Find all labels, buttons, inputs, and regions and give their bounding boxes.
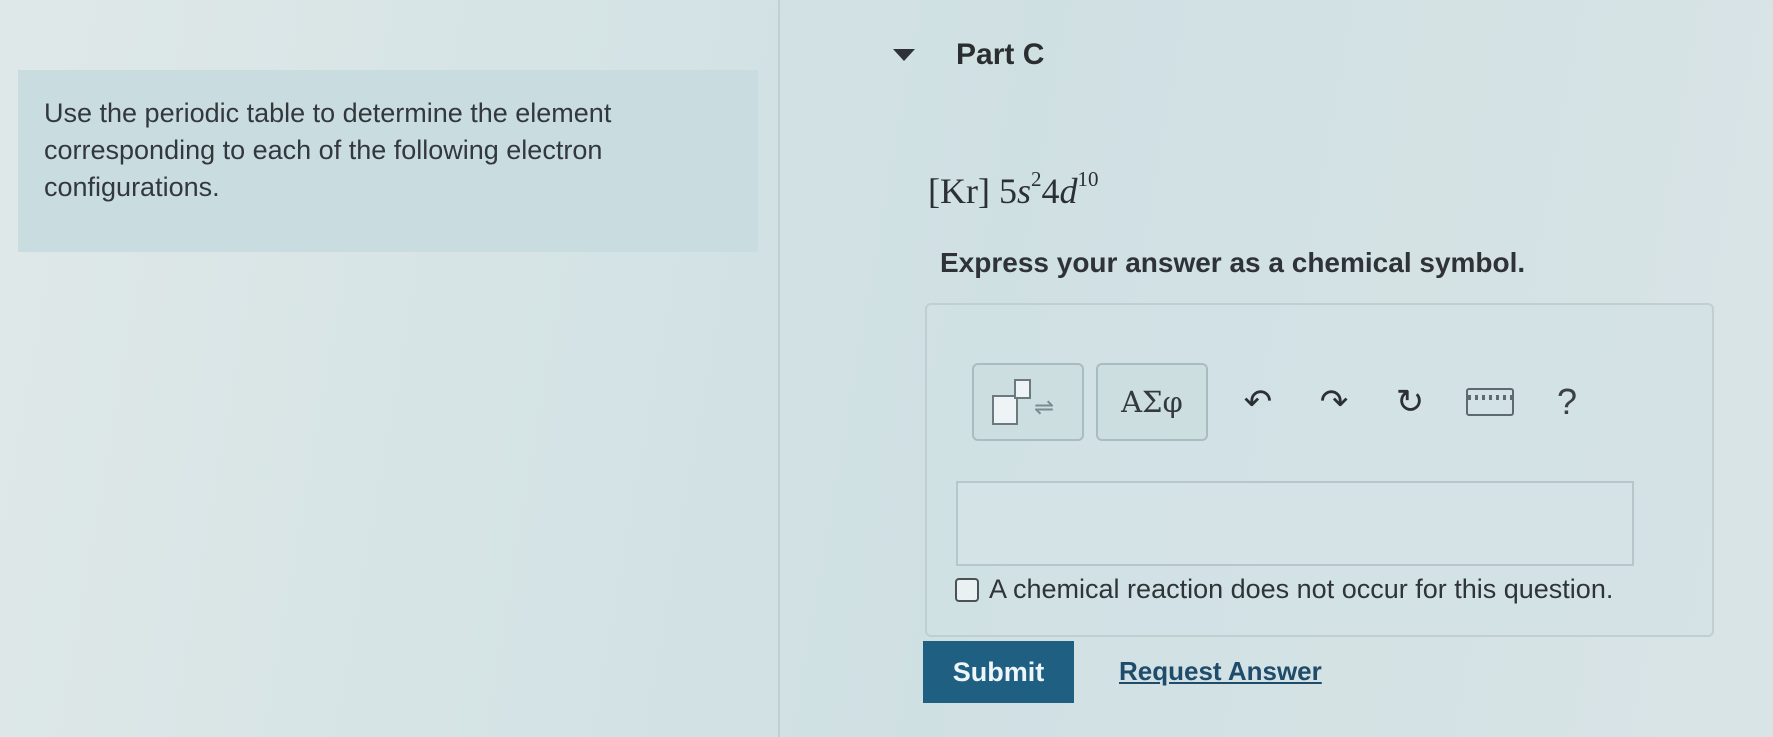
exponent-d: 10 (1077, 167, 1099, 191)
superscript-box-icon (1014, 379, 1031, 399)
keyboard-icon[interactable] (1466, 388, 1514, 416)
noble-gas-core: [Kr] (928, 171, 990, 211)
submit-button[interactable]: Submit (923, 641, 1074, 703)
instruction-text: Use the periodic table to determine the … (44, 98, 612, 202)
no-reaction-label: A chemical reaction does not occur for t… (989, 574, 1614, 604)
part-header[interactable]: Part C (893, 38, 1044, 72)
undo-icon[interactable]: ↶ (1220, 385, 1296, 419)
help-icon[interactable]: ? (1532, 381, 1602, 423)
request-answer-link[interactable]: Request Answer (1119, 656, 1322, 687)
redo-icon[interactable]: ↷ (1296, 385, 1372, 419)
answer-input[interactable] (956, 481, 1634, 566)
part-title: Part C (956, 38, 1045, 71)
electron-configuration: [Kr] 5s24d10 (928, 167, 1099, 212)
shell-5: 5 (998, 171, 1017, 211)
templates-icon (992, 395, 1018, 425)
caret-down-icon[interactable] (893, 49, 915, 61)
shell-4: 4 (1041, 171, 1060, 211)
orbital-d: d (1059, 171, 1078, 211)
orbital-s: s (1016, 171, 1031, 211)
answer-prompt: Express your answer as a chemical symbol… (940, 247, 1526, 278)
exponent-s: 2 (1030, 167, 1042, 191)
reset-icon[interactable]: ↻ (1372, 385, 1448, 419)
column-divider (778, 0, 780, 737)
math-toolbar: ⇌ ΑΣφ ↶ ↷ ↻ ? (972, 349, 1657, 455)
no-reaction-checkbox[interactable] (955, 577, 979, 602)
greek-symbols-button[interactable]: ΑΣφ (1096, 363, 1208, 441)
templates-button[interactable]: ⇌ (972, 363, 1084, 441)
swap-arrows-icon: ⇌ (1034, 394, 1055, 421)
no-reaction-option[interactable]: A chemical reaction does not occur for t… (955, 574, 1613, 605)
